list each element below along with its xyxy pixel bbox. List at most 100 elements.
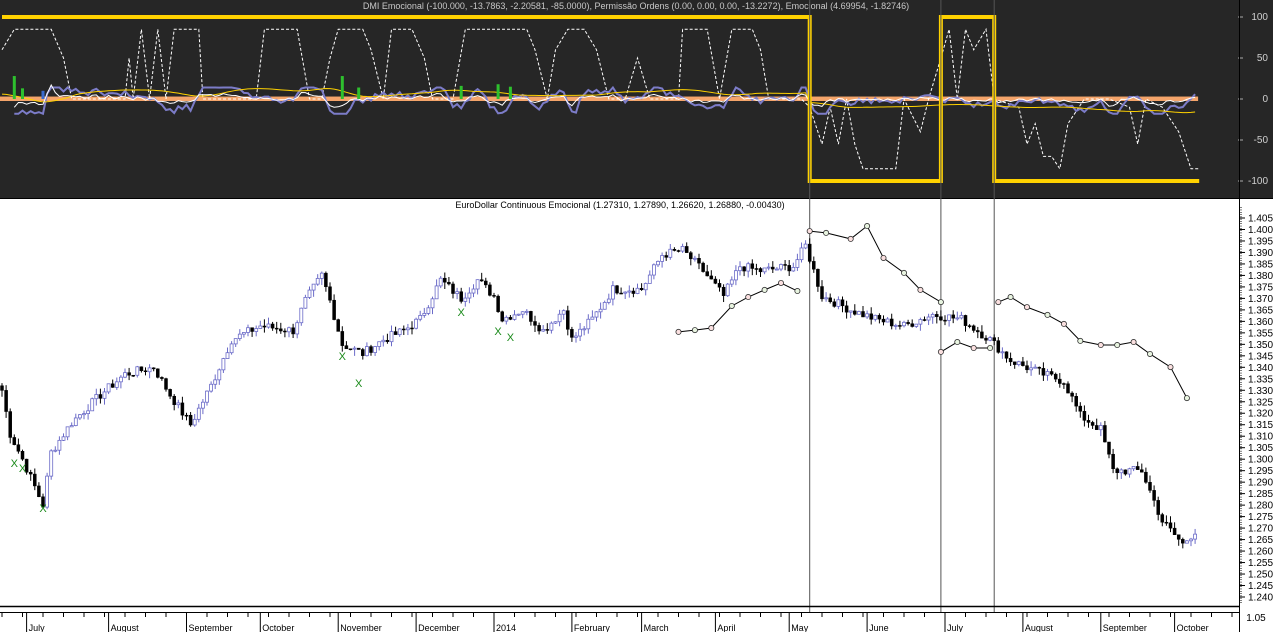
candle-body — [1012, 361, 1017, 365]
stop-line — [998, 296, 1188, 399]
candle — [1066, 381, 1070, 394]
candle-body — [270, 323, 275, 329]
candle-body — [762, 267, 767, 273]
candle — [910, 319, 914, 328]
price-tick-label: 1.395 — [1248, 236, 1273, 247]
candle-body — [373, 346, 378, 353]
price-tick-label: 1.265 — [1248, 535, 1273, 546]
candle — [119, 375, 123, 389]
candle-body — [935, 314, 939, 317]
candle-body — [967, 325, 972, 327]
candle-body — [1094, 425, 1099, 430]
indicator-tick-label: -50 — [1254, 135, 1269, 146]
price-tick-label: 1.375 — [1248, 282, 1273, 293]
candle — [1119, 468, 1124, 479]
candle-body — [996, 340, 1001, 353]
candle — [1164, 515, 1169, 526]
candle-body — [369, 346, 373, 353]
candle — [713, 276, 718, 285]
candle-body — [1156, 500, 1160, 515]
stop-point — [761, 286, 768, 293]
candle-body — [598, 308, 603, 313]
candle — [65, 426, 70, 441]
candle — [8, 408, 12, 444]
candle — [1025, 360, 1029, 374]
candle-body — [475, 279, 480, 290]
candle-body — [631, 290, 636, 294]
candle-body — [102, 391, 107, 399]
candle — [1156, 496, 1160, 521]
month-label: February — [574, 623, 611, 632]
candle — [467, 287, 472, 304]
candle — [545, 323, 550, 334]
candle — [660, 252, 664, 268]
candle — [992, 334, 996, 346]
candle-body — [233, 338, 238, 345]
candle-body — [914, 323, 919, 327]
x-marker: X — [11, 458, 19, 470]
candle — [631, 287, 636, 298]
candle-body — [430, 298, 435, 309]
candle-body — [524, 310, 529, 313]
signal-bar — [459, 85, 463, 99]
candle — [639, 283, 644, 291]
candle — [1111, 448, 1115, 474]
candle — [57, 436, 62, 455]
indicator-title: DMI Emocional (-100.000, -13.7863, -2.20… — [363, 1, 909, 11]
month-label: October — [1177, 623, 1209, 632]
candle-body — [984, 337, 988, 341]
candle — [488, 282, 492, 297]
candle — [307, 286, 312, 300]
candle — [78, 414, 82, 421]
candle — [1148, 475, 1152, 493]
candle-body — [53, 449, 58, 452]
candle — [1131, 466, 1136, 472]
candle — [20, 449, 25, 461]
candle — [233, 338, 238, 348]
candle — [734, 265, 738, 286]
candle — [295, 320, 300, 339]
candle-body — [389, 331, 394, 343]
candle-body — [98, 394, 103, 399]
candle-body — [725, 283, 730, 297]
candle-body — [418, 315, 423, 320]
candle — [180, 396, 185, 420]
candle — [184, 412, 189, 421]
candle-body — [545, 329, 550, 331]
candle — [303, 294, 308, 309]
candle-body — [127, 372, 131, 376]
x-marker: X — [39, 503, 47, 515]
candle — [430, 296, 435, 315]
candle-body — [520, 311, 525, 315]
candle-body — [1160, 514, 1165, 523]
candle-body — [123, 372, 127, 378]
candle-body — [484, 280, 488, 286]
candle — [110, 379, 115, 388]
stop-point — [847, 235, 854, 242]
price-tick-label: 1.360 — [1248, 317, 1273, 328]
candle-body — [455, 291, 460, 294]
candle — [361, 347, 365, 360]
candle-body — [885, 318, 890, 323]
candle — [283, 328, 287, 338]
candle-body — [459, 291, 463, 302]
candle-body — [602, 302, 607, 310]
candle — [1123, 469, 1128, 476]
candle-body — [78, 414, 82, 419]
price-tick-label: 1.380 — [1248, 271, 1273, 282]
candle — [319, 271, 324, 285]
candle-body — [0, 385, 4, 391]
candle-body — [463, 297, 468, 302]
candle-body — [139, 366, 144, 372]
candle-body — [180, 402, 185, 416]
stop-point — [937, 299, 944, 306]
candle — [828, 293, 832, 304]
candle-body — [4, 390, 8, 412]
candle — [812, 256, 816, 273]
candle-body — [414, 318, 419, 329]
candle-body — [820, 286, 824, 300]
candle-body — [971, 325, 976, 331]
candle — [241, 332, 246, 338]
price-tick-label: 1.250 — [1248, 570, 1273, 581]
candle-body — [799, 247, 804, 261]
